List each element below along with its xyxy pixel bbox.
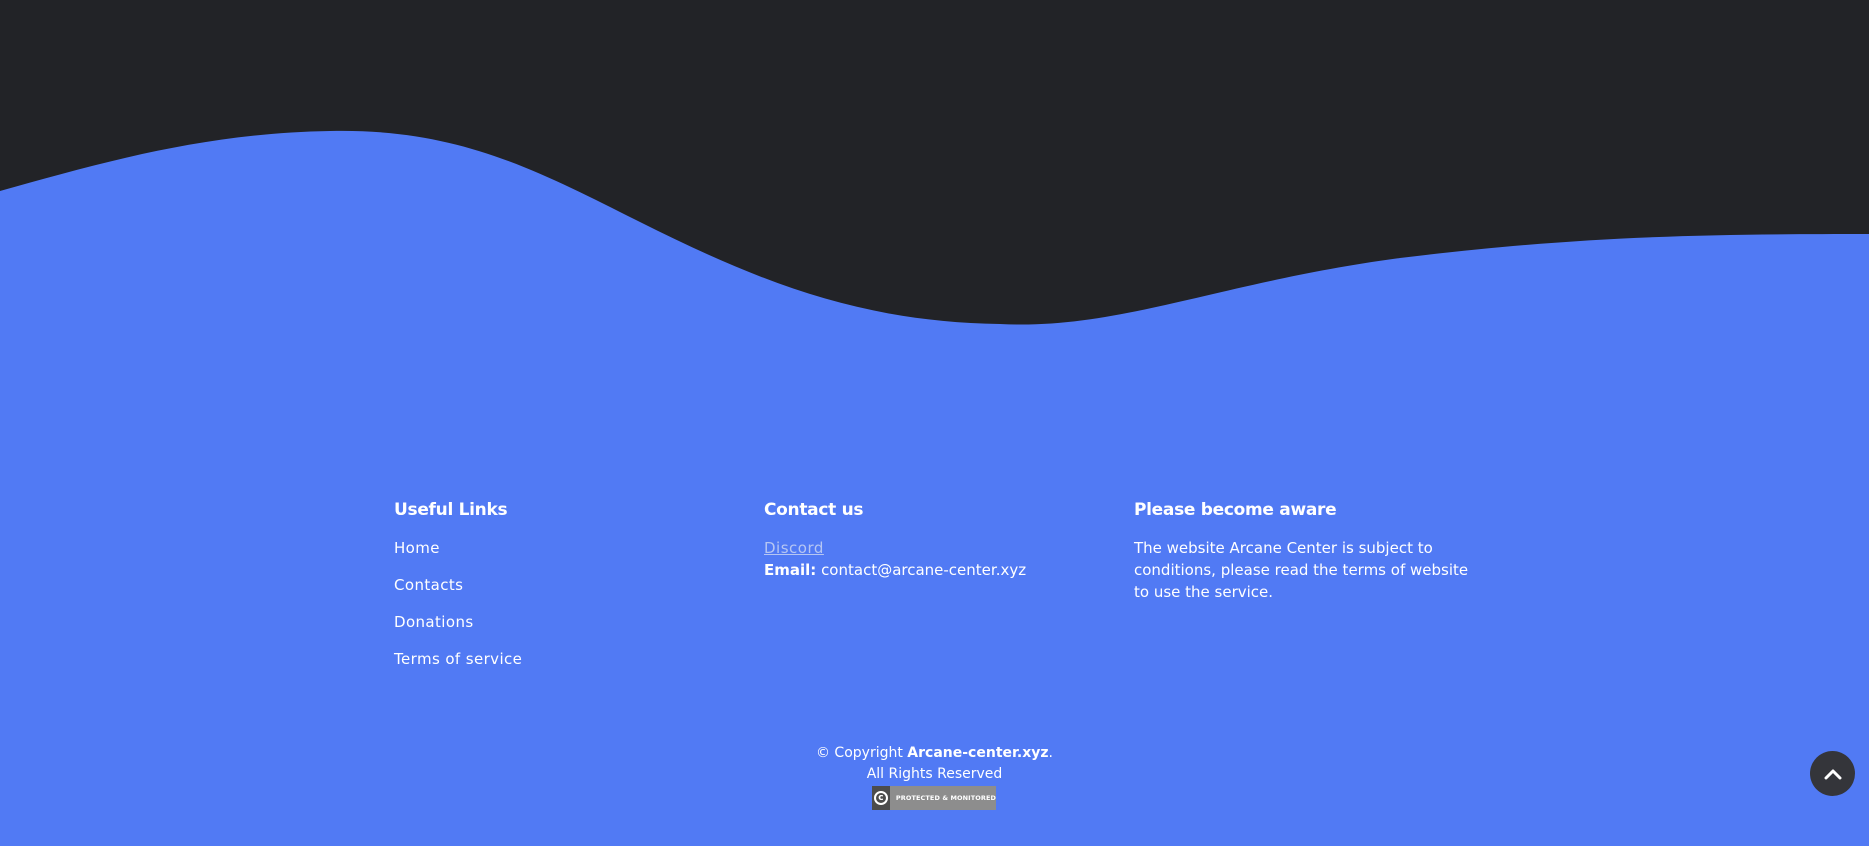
email-label: Email: (764, 561, 817, 579)
footer-link-contacts[interactable]: Contacts (394, 574, 694, 596)
footer-link-home[interactable]: Home (394, 537, 694, 559)
rights-reserved: All Rights Reserved (866, 766, 1003, 782)
copyright-line: © Copyright Arcane-center.xyz. (0, 743, 1869, 764)
copyright-prefix: © Copyright (815, 745, 903, 761)
chevron-up-icon (1824, 769, 1841, 779)
contact-heading: Contact us (764, 500, 864, 520)
copyright-block: © Copyright Arcane-center.xyz. All Right… (0, 743, 1869, 785)
aware-column: Please become aware The website Arcane C… (1134, 497, 1484, 603)
useful-links-heading: Useful Links (394, 500, 508, 520)
email-line: Email: contact@arcane-center.xyz (764, 559, 1094, 581)
badge-text: PROTECTED & MONITORED (895, 794, 996, 802)
contact-column: Contact us Discord Email: contact@arcane… (764, 497, 1094, 581)
copyright-icon: c (872, 786, 890, 810)
useful-links-column: Useful Links Home Contacts Donations Ter… (394, 497, 694, 685)
discord-link[interactable]: Discord (764, 539, 824, 557)
discord-line: Discord (764, 537, 1094, 559)
back-to-top-button[interactable] (1810, 751, 1855, 796)
copyright-suffix: . (1048, 745, 1053, 761)
footer: Useful Links Home Contacts Donations Ter… (0, 0, 1869, 846)
copyright-brand: Arcane-center.xyz (907, 745, 1049, 761)
footer-link-donations[interactable]: Donations (394, 611, 694, 633)
protection-badge[interactable]: c PROTECTED & MONITORED (872, 786, 996, 810)
aware-text: The website Arcane Center is subject to … (1134, 539, 1469, 601)
email-value: contact@arcane-center.xyz (821, 561, 1027, 579)
aware-heading: Please become aware (1134, 500, 1337, 520)
useful-links-list: Home Contacts Donations Terms of service (394, 537, 694, 670)
footer-link-terms[interactable]: Terms of service (394, 648, 694, 670)
